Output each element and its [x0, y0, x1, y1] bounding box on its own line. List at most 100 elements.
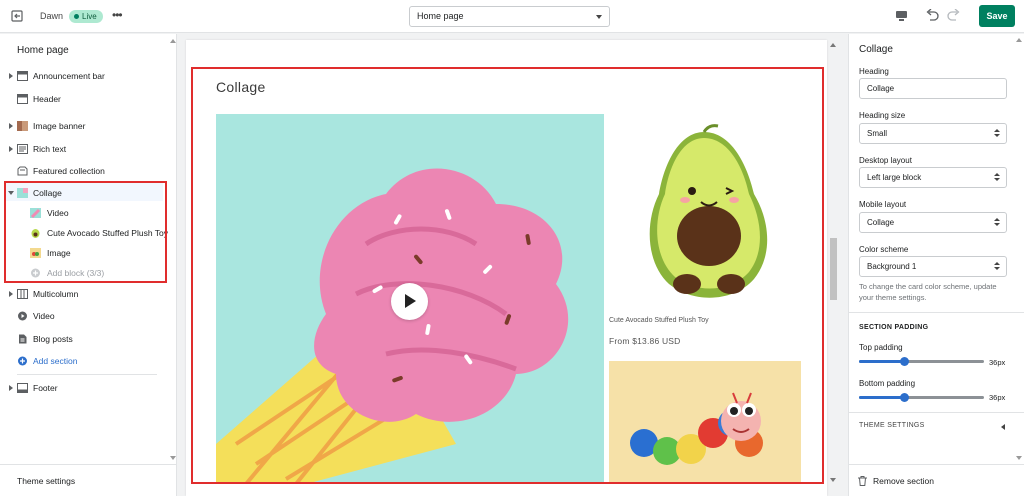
section-settings-panel: Collage Heading Collage Heading size Sma… — [848, 34, 1024, 496]
theme-name: Dawn — [40, 11, 64, 21]
section-padding-heading: SECTION PADDING — [859, 324, 929, 331]
redo-icon[interactable] — [947, 9, 961, 22]
select-arrows-icon — [994, 128, 1000, 139]
top-padding-slider[interactable] — [859, 357, 984, 366]
remove-section-label: Remove section — [873, 476, 934, 486]
rich-text-icon — [17, 144, 28, 154]
preview-scrollbar-thumb[interactable] — [830, 238, 837, 300]
slider-thumb[interactable] — [899, 357, 909, 366]
chevron-right-icon[interactable] — [9, 385, 13, 391]
sidebar-item-header[interactable]: Header — [0, 90, 170, 108]
scroll-down-arrow[interactable] — [170, 456, 176, 460]
sidebar-item-rich-text[interactable]: Rich text — [0, 140, 170, 158]
video-icon — [18, 311, 27, 321]
divider — [17, 374, 157, 375]
add-circle-icon — [18, 356, 27, 366]
slider-thumb[interactable] — [899, 393, 909, 402]
heading-size-value: Small — [867, 129, 888, 138]
select-arrows-icon — [994, 172, 1000, 183]
sidebar-title: Home page — [17, 45, 69, 56]
desktop-layout-value: Left large block — [867, 173, 922, 182]
chevron-right-icon[interactable] — [9, 146, 13, 152]
sidebar-item-label: Image banner — [33, 121, 86, 131]
divider — [849, 312, 1024, 313]
bottom-padding-value: 36px — [989, 393, 1006, 402]
save-button[interactable]: Save — [979, 5, 1015, 27]
sidebar-item-label: Header — [33, 94, 61, 104]
chevron-right-icon[interactable] — [9, 73, 13, 79]
color-scheme-value: Background 1 — [867, 262, 917, 271]
color-scheme-select[interactable]: Background 1 — [859, 256, 1007, 277]
select-arrows-icon — [994, 217, 1000, 228]
sidebar-item-label: Video — [33, 311, 55, 321]
top-padding-label: Top padding — [859, 343, 903, 352]
top-padding-value: 36px — [989, 358, 1006, 367]
sidebar-item-featured-collection[interactable]: Featured collection — [0, 162, 170, 180]
heading-size-select[interactable]: Small — [859, 123, 1007, 144]
sidebar-item-multicolumn[interactable]: Multicolumn — [0, 285, 170, 303]
divider — [849, 412, 1024, 413]
collage-highlight-outline — [4, 181, 167, 283]
left-sidebar: Home page Announcement bar Header Image … — [0, 34, 177, 496]
featured-collection-icon — [17, 166, 28, 176]
sidebar-item-announcement-bar[interactable]: Announcement bar — [0, 67, 170, 85]
desktop-layout-select[interactable]: Left large block — [859, 167, 1007, 188]
top-bar: Dawn Live ••• Home page Save — [0, 0, 1024, 33]
bottom-padding-slider[interactable] — [859, 393, 984, 402]
sidebar-item-label: Rich text — [33, 144, 67, 154]
sidebar-item-footer[interactable]: Footer — [0, 379, 170, 397]
announcement-bar-icon — [17, 71, 28, 81]
mobile-layout-select[interactable]: Collage — [859, 212, 1007, 233]
scroll-up-arrow[interactable] — [1016, 38, 1022, 42]
sidebar-item-blog-posts[interactable]: Blog posts — [0, 330, 170, 348]
heading-size-label: Heading size — [859, 111, 906, 120]
theme-settings-button[interactable]: Theme settings — [0, 464, 177, 496]
multicolumn-icon — [17, 289, 28, 299]
theme-settings-link[interactable]: THEME SETTINGS — [859, 422, 925, 429]
image-banner-icon — [17, 121, 28, 131]
chevron-down-icon — [596, 15, 602, 19]
trash-icon — [858, 476, 867, 486]
live-status-badge: Live — [69, 10, 103, 23]
slider-fill — [859, 396, 904, 399]
undo-icon[interactable] — [925, 9, 939, 22]
slider-fill — [859, 360, 904, 363]
header-icon — [17, 94, 28, 104]
panel-title: Collage — [859, 44, 893, 55]
color-scheme-help-text: To change the card color scheme, update … — [859, 282, 997, 302]
page-selector-value: Home page — [417, 11, 464, 21]
sidebar-item-video[interactable]: Video — [0, 307, 170, 325]
color-scheme-label: Color scheme — [859, 245, 909, 254]
add-section-button[interactable]: Add section — [0, 352, 170, 370]
blog-posts-icon — [19, 334, 27, 344]
heading-input-value: Collage — [867, 84, 895, 93]
heading-label: Heading — [859, 67, 889, 76]
select-arrows-icon — [994, 261, 1000, 272]
scroll-up-arrow[interactable] — [830, 43, 836, 47]
add-section-label: Add section — [33, 356, 78, 366]
chevron-left-icon[interactable] — [1001, 424, 1005, 430]
desktop-preview-icon[interactable] — [895, 10, 908, 22]
chevron-right-icon[interactable] — [9, 291, 13, 297]
bottom-padding-label: Bottom padding — [859, 379, 916, 388]
remove-section-button[interactable]: Remove section — [849, 464, 1024, 496]
desktop-layout-label: Desktop layout — [859, 156, 912, 165]
chevron-right-icon[interactable] — [9, 123, 13, 129]
exit-icon[interactable] — [11, 10, 23, 22]
scroll-down-arrow[interactable] — [1016, 456, 1022, 460]
sidebar-item-label: Multicolumn — [33, 289, 79, 299]
sidebar-item-label: Blog posts — [33, 334, 73, 344]
sidebar-item-image-banner[interactable]: Image banner — [0, 117, 170, 135]
sidebar-item-label: Featured collection — [33, 166, 105, 176]
sidebar-item-label: Footer — [33, 383, 58, 393]
more-actions-icon[interactable]: ••• — [112, 9, 123, 21]
mobile-layout-label: Mobile layout — [859, 200, 907, 209]
sidebar-item-label: Announcement bar — [33, 71, 105, 81]
scroll-down-arrow[interactable] — [830, 478, 836, 482]
collage-section-outline — [191, 67, 824, 484]
page-selector[interactable]: Home page — [409, 6, 610, 27]
theme-settings-label: Theme settings — [17, 476, 76, 486]
footer-icon — [17, 383, 28, 393]
scroll-up-arrow[interactable] — [170, 39, 176, 43]
heading-input[interactable]: Collage — [859, 78, 1007, 99]
